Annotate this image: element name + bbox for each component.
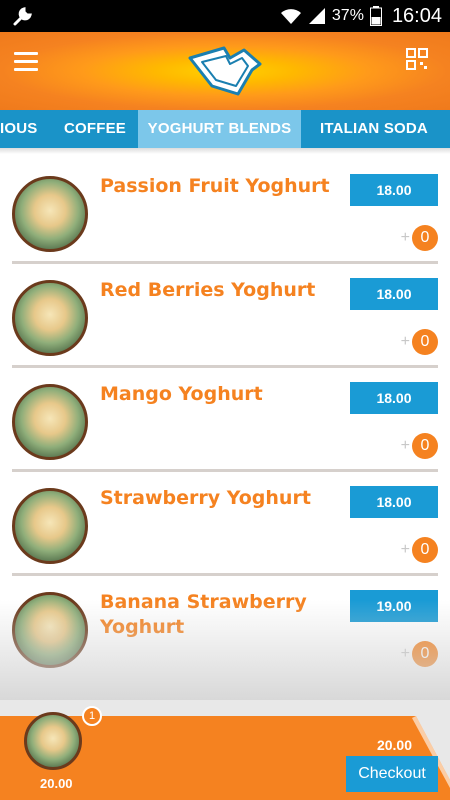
tab-previous[interactable]: IOUS [0,110,52,148]
price-button[interactable]: 18.00 [350,278,438,310]
add-icon[interactable]: + [401,644,410,664]
product-name: Strawberry Yoghurt [100,487,311,509]
checkout-button[interactable]: Checkout [346,756,438,792]
price-button[interactable]: 18.00 [350,174,438,206]
cart-item-image[interactable] [24,712,82,770]
battery-icon [369,6,382,26]
product-image [12,280,88,356]
price-button[interactable]: 19.00 [350,590,438,622]
menu-icon[interactable] [14,52,38,72]
tab-shadow [0,148,450,154]
list-item[interactable]: Banana Strawberry Yoghurt 19.00 + 0 [0,576,450,680]
system-icons: 37% 16:04 [280,0,442,32]
product-image [12,176,88,252]
list-item[interactable]: Passion Fruit Yoghurt 18.00 + 0 [0,160,450,264]
wifi-icon [280,9,301,24]
add-icon[interactable]: + [401,436,410,456]
battery-percent: 37% [331,7,364,24]
tab-coffee[interactable]: COFFEE [52,110,138,148]
cart-item-price: 20.00 [40,776,73,791]
add-icon[interactable]: + [401,228,410,248]
list-item[interactable]: Strawberry Yoghurt 18.00 + 0 [0,472,450,576]
qr-icon[interactable] [406,48,428,70]
product-image [12,384,88,460]
wrench-icon [13,7,32,26]
price-button[interactable]: 18.00 [350,382,438,414]
quantity-badge: 0 [412,537,438,563]
list-item[interactable]: Red Berries Yoghurt 18.00 + 0 [0,264,450,368]
cart-total: 20.00 [376,737,412,753]
product-name: Passion Fruit Yoghurt [100,175,330,197]
quantity-badge: 0 [412,433,438,459]
product-name: Red Berries Yoghurt [100,279,316,301]
signal-icon [308,8,325,24]
logo-icon [188,46,262,96]
product-name: Banana Strawberry Yoghurt [100,591,307,638]
cart-count-badge: 1 [82,706,102,726]
quantity-badge: 0 [412,225,438,251]
tab-italian-soda[interactable]: ITALIAN SODA [301,110,447,148]
status-bar: 37% 16:04 [0,0,450,32]
quantity-badge: 0 [412,329,438,355]
list-item[interactable]: Mango Yoghurt 18.00 + 0 [0,368,450,472]
quantity-badge: 0 [412,641,438,667]
price-button[interactable]: 18.00 [350,486,438,518]
app-header [0,32,450,110]
tab-yoghurt-blends[interactable]: YOGHURT BLENDS [138,110,301,148]
category-tabs: IOUS COFFEE YOGHURT BLENDS ITALIAN SODA [0,110,450,148]
add-icon[interactable]: + [401,540,410,560]
clock: 16:04 [391,4,442,27]
product-image [12,488,88,564]
add-icon[interactable]: + [401,332,410,352]
product-name: Mango Yoghurt [100,383,263,405]
product-image [12,592,88,668]
